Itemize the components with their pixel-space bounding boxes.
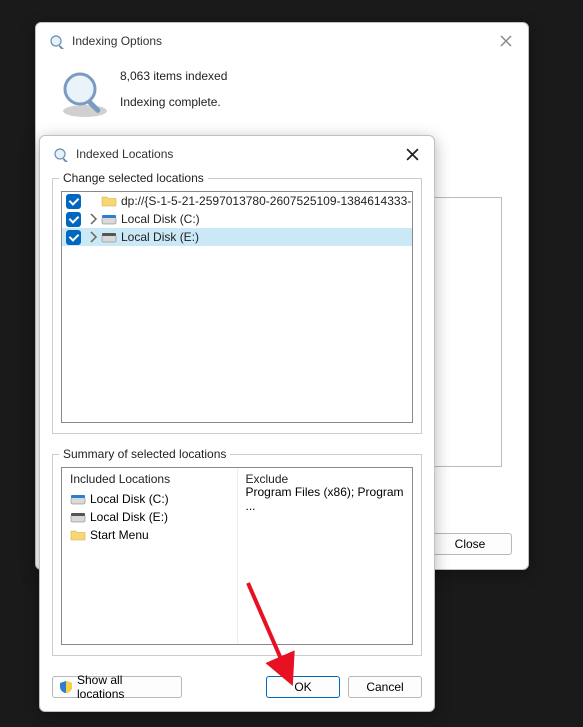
checkbox[interactable] bbox=[66, 212, 81, 227]
column-header: Exclude bbox=[246, 472, 405, 486]
search-icon bbox=[48, 33, 64, 49]
shield-icon bbox=[59, 680, 73, 694]
tree-item-label: Local Disk (C:) bbox=[121, 212, 200, 226]
close-button[interactable]: Close bbox=[428, 533, 512, 555]
list-item[interactable]: Local Disk (E:) bbox=[70, 508, 229, 526]
magnifier-icon bbox=[58, 67, 112, 121]
close-button-label: Close bbox=[455, 537, 486, 551]
disk-e-icon bbox=[101, 230, 117, 244]
search-icon bbox=[52, 146, 68, 162]
chevron-right-icon[interactable] bbox=[87, 231, 99, 243]
tree-item[interactable]: Local Disk (E:) bbox=[62, 228, 413, 246]
tree-item[interactable]: Local Disk (C:) bbox=[62, 210, 413, 228]
group-legend: Change selected locations bbox=[59, 171, 208, 185]
folder-icon bbox=[70, 528, 86, 542]
indexing-status-text: Indexing complete. bbox=[120, 95, 227, 109]
folder-icon bbox=[101, 194, 117, 208]
summary-list: Included Locations Local Disk (C:) Local … bbox=[61, 467, 413, 645]
close-icon[interactable] bbox=[496, 31, 516, 51]
list-item-label: Local Disk (E:) bbox=[90, 510, 168, 524]
window-title: Indexing Options bbox=[72, 34, 496, 48]
locations-tree[interactable]: dp://{S-1-5-21-2597013780-2607525109-138… bbox=[61, 191, 413, 423]
checkbox[interactable] bbox=[66, 194, 81, 209]
items-indexed-text: 8,063 items indexed bbox=[120, 69, 227, 83]
show-all-locations-button[interactable]: Show all locations bbox=[52, 676, 182, 698]
tree-item-label: Local Disk (E:) bbox=[121, 230, 199, 244]
titlebar: Indexed Locations bbox=[40, 136, 434, 172]
disk-c-icon bbox=[101, 212, 117, 226]
chevron-right-icon[interactable] bbox=[87, 213, 99, 225]
list-item-label: Local Disk (C:) bbox=[90, 492, 169, 506]
button-label: Show all locations bbox=[77, 673, 173, 701]
disk-e-icon bbox=[70, 510, 86, 524]
list-item[interactable]: Start Menu bbox=[70, 526, 229, 544]
tree-item-label: dp://{S-1-5-21-2597013780-2607525109-138… bbox=[121, 194, 413, 208]
tree-item[interactable]: dp://{S-1-5-21-2597013780-2607525109-138… bbox=[62, 192, 413, 210]
close-icon[interactable] bbox=[402, 144, 422, 164]
window-title: Indexed Locations bbox=[76, 147, 402, 161]
titlebar: Indexing Options bbox=[36, 23, 528, 59]
included-column: Included Locations Local Disk (C:) Local … bbox=[62, 468, 237, 644]
button-label: OK bbox=[294, 680, 311, 694]
summary-group: Summary of selected locations Included L… bbox=[52, 454, 422, 656]
change-locations-group: Change selected locations dp://{S-1-5-21… bbox=[52, 178, 422, 434]
exclude-text: Program Files (x86); Program ... bbox=[246, 490, 405, 508]
exclude-column: Exclude Program Files (x86); Program ... bbox=[237, 468, 413, 644]
cancel-button[interactable]: Cancel bbox=[348, 676, 422, 698]
list-item-label: Start Menu bbox=[90, 528, 149, 542]
indexed-locations-dialog: Indexed Locations Change selected locati… bbox=[39, 135, 435, 712]
column-header: Included Locations bbox=[70, 472, 229, 486]
group-legend: Summary of selected locations bbox=[59, 447, 230, 461]
ok-button[interactable]: OK bbox=[266, 676, 340, 698]
button-label: Cancel bbox=[366, 680, 403, 694]
checkbox[interactable] bbox=[66, 230, 81, 245]
disk-c-icon bbox=[70, 492, 86, 506]
list-item[interactable]: Local Disk (C:) bbox=[70, 490, 229, 508]
dialog-footer: Show all locations OK Cancel bbox=[40, 666, 434, 708]
